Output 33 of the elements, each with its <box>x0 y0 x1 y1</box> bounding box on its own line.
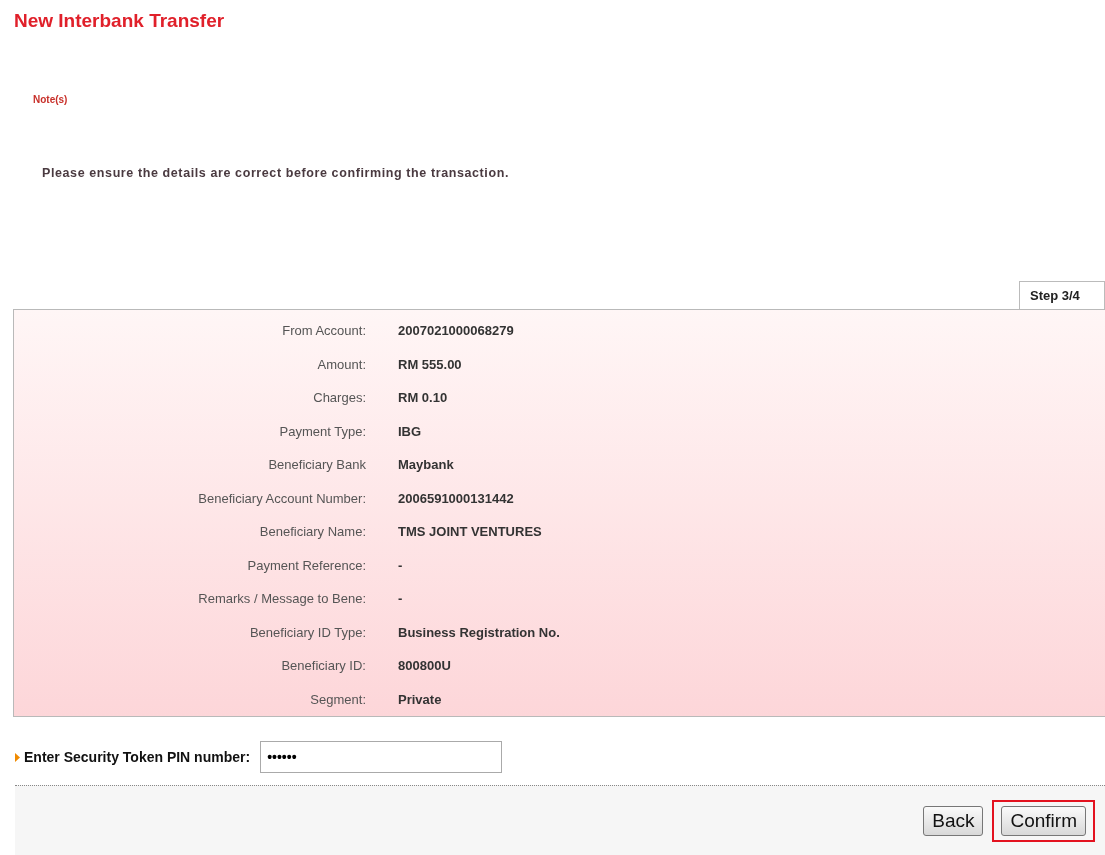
arrow-icon <box>15 752 20 762</box>
detail-label: From Account: <box>281 323 366 339</box>
detail-label: Beneficiary Account Number: <box>197 490 366 506</box>
note-text: Please ensure the details are correct before confirming the transaction. <box>42 166 510 180</box>
detail-value: Private <box>398 691 443 707</box>
detail-value: 2007021000068279 <box>398 323 515 339</box>
detail-label: Beneficiary ID Type: <box>248 624 366 640</box>
confirm-button[interactable]: Confirm <box>1001 805 1086 836</box>
detail-label: Amount: <box>316 356 366 372</box>
detail-value: - <box>398 591 404 607</box>
detail-value: - <box>398 557 404 573</box>
detail-label: Segment: <box>309 691 366 707</box>
detail-label: Beneficiary Name: <box>258 524 366 540</box>
pin-field[interactable]: •••••• <box>260 741 503 773</box>
pin-label: Enter Security Token PIN number: <box>24 749 251 765</box>
back-button[interactable]: Back <box>923 805 984 836</box>
page-title: New Interbank Transfer <box>14 10 226 32</box>
detail-label: Payment Reference: <box>246 557 366 573</box>
detail-value: TMS JOINT VENTURES <box>398 524 543 540</box>
detail-value: 800800U <box>398 658 452 674</box>
step-indicator: Step 3/4 <box>1019 281 1105 309</box>
detail-value: RM 0.10 <box>398 390 449 406</box>
detail-label: Beneficiary ID: <box>280 658 366 674</box>
notes-label: Note(s) <box>33 94 69 105</box>
detail-value: 2006591000131442 <box>398 490 515 506</box>
detail-label: Charges: <box>312 390 366 406</box>
detail-value: RM 555.00 <box>398 356 463 372</box>
detail-value: IBG <box>398 423 423 439</box>
detail-label: Payment Type: <box>278 423 366 439</box>
detail-value: Maybank <box>398 457 455 473</box>
detail-value: Business Registration No. <box>398 624 561 640</box>
detail-label: Beneficiary Bank <box>267 457 366 473</box>
detail-label: Remarks / Message to Bene: <box>197 591 366 607</box>
